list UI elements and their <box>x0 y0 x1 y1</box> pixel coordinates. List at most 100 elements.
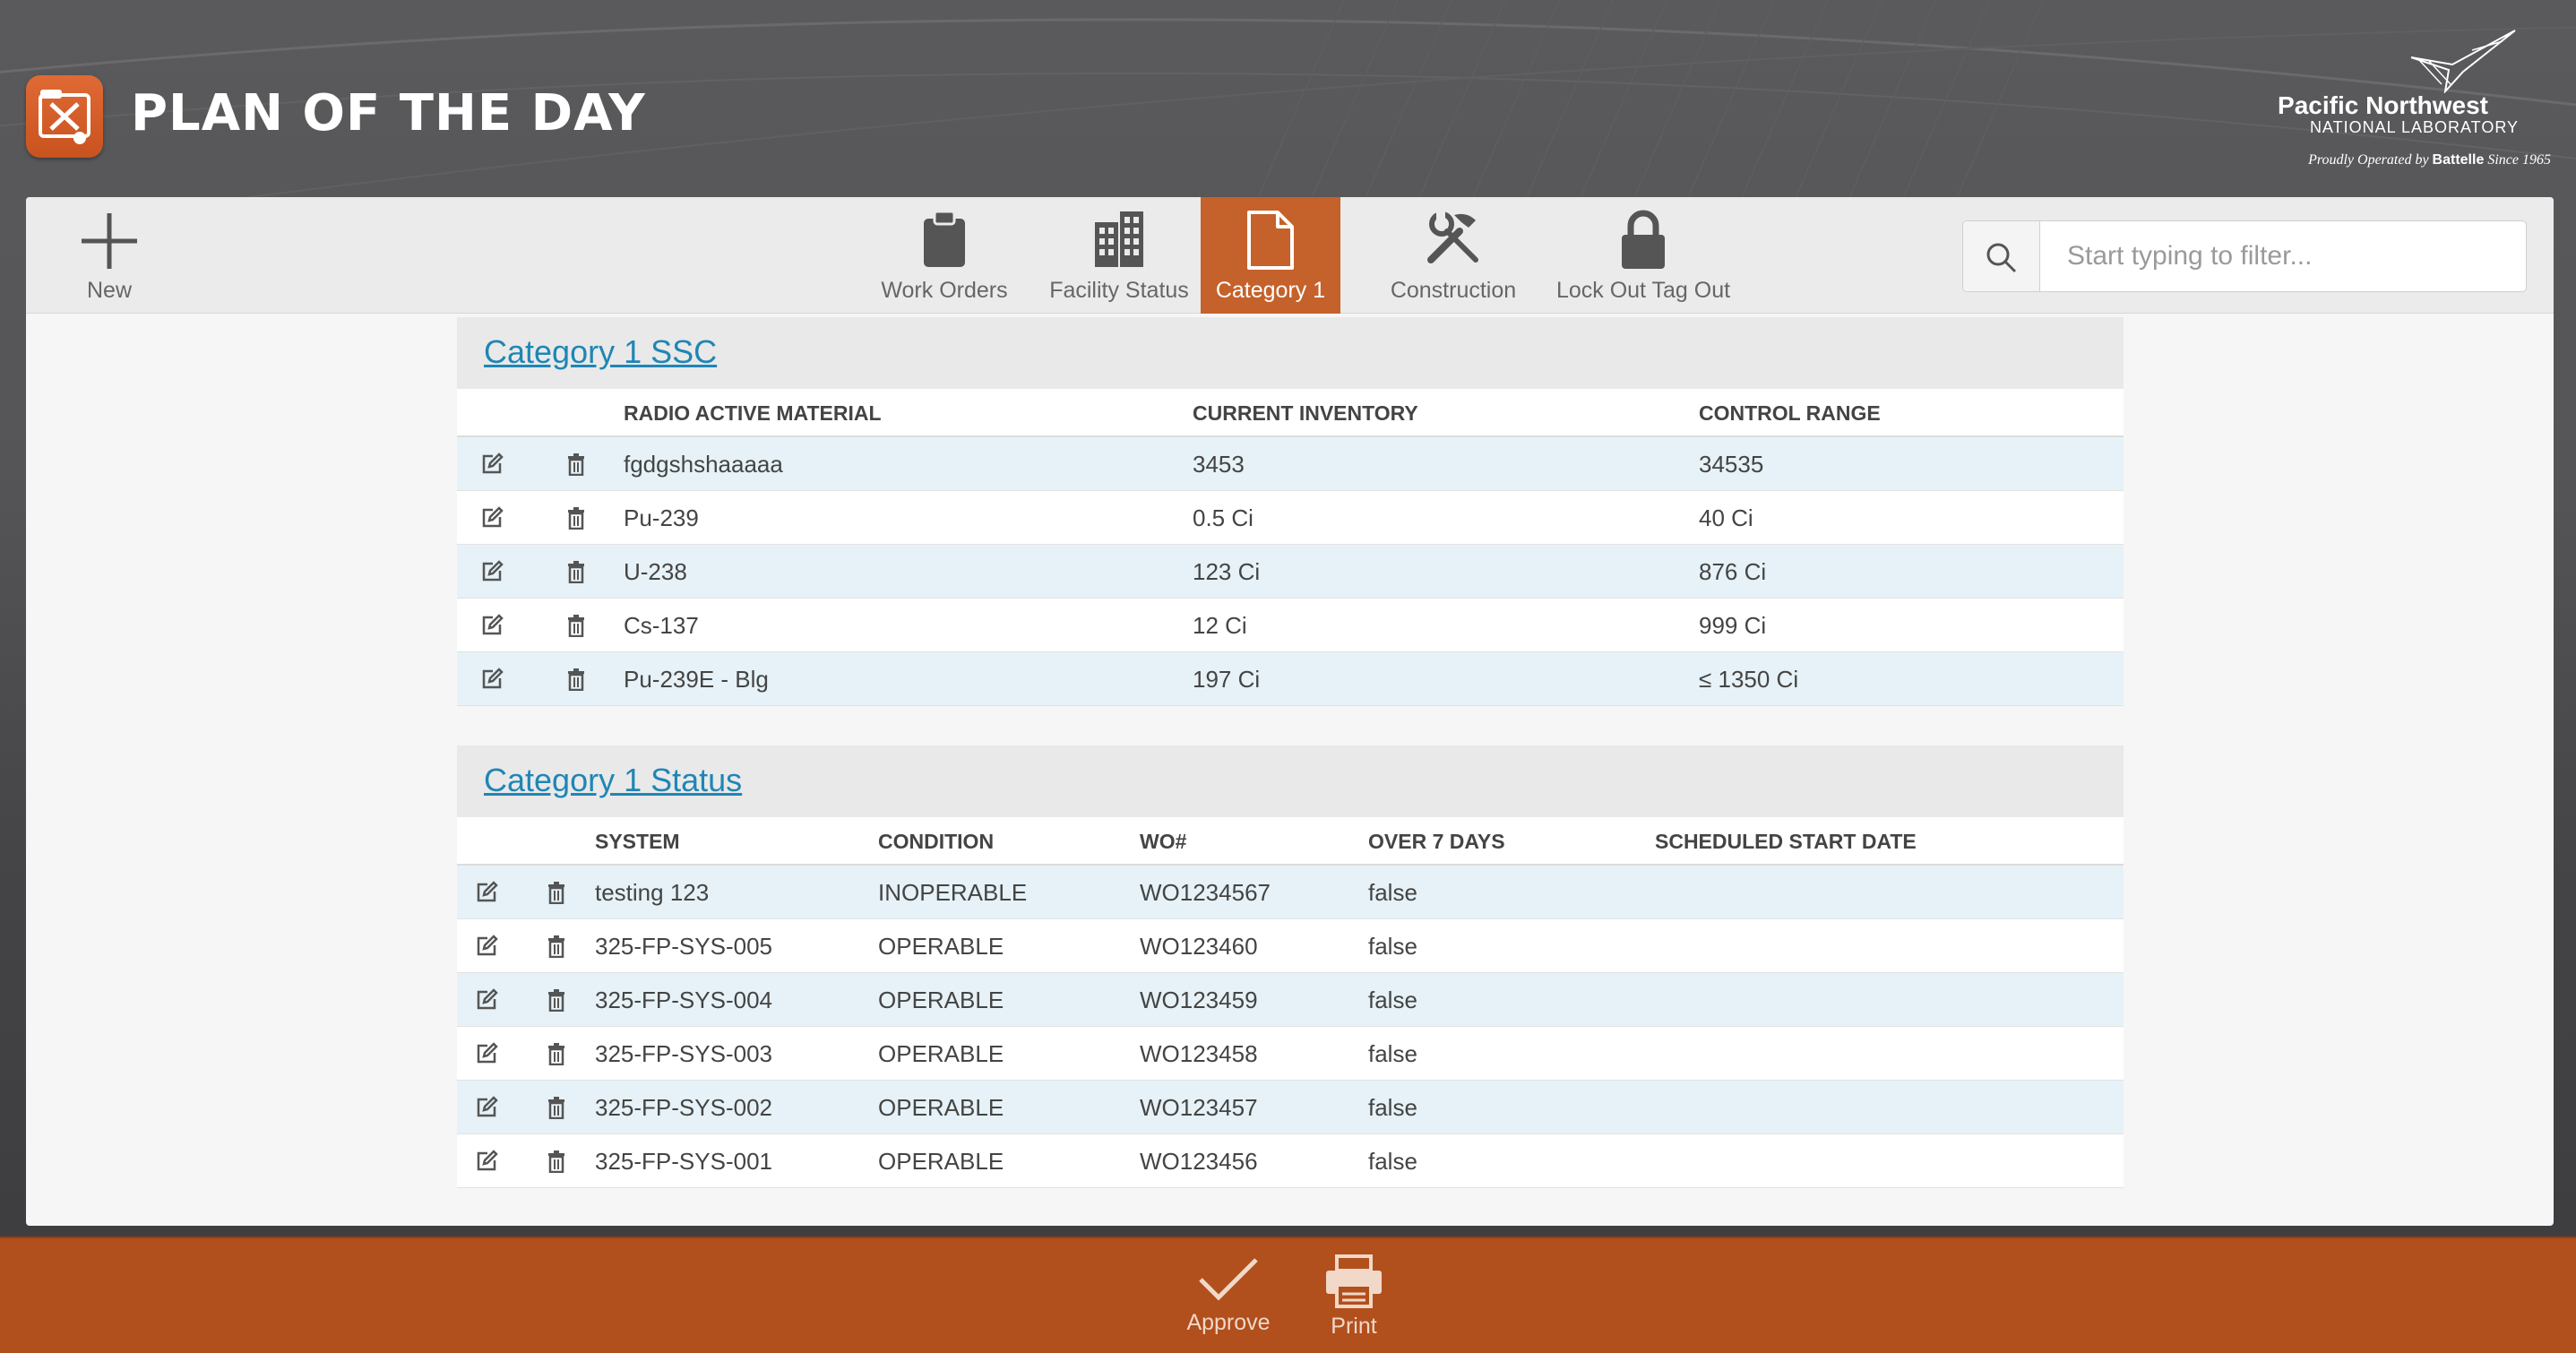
page-title: PLAN OF THE DAY <box>131 84 646 142</box>
org-name: Pacific Northwest <box>2278 91 2488 119</box>
table-cell: WO1234567 <box>1140 879 1271 906</box>
table-cell: 123 Ci <box>1193 558 1261 585</box>
table-cell: OPERABLE <box>878 1148 1004 1175</box>
trash-icon[interactable] <box>547 1042 566 1070</box>
org-tagline: Proudly Operated by Battelle Since 1965 <box>2308 152 2551 168</box>
table-cell: U-238 <box>624 558 687 585</box>
ssc-card: Category 1 SSC RADIO ACTIVE MATERIAL CUR… <box>457 317 2124 706</box>
edit-icon[interactable] <box>475 1042 498 1070</box>
approve-button[interactable]: Approve <box>1181 1254 1276 1336</box>
footer-bar: Approve Print <box>0 1237 2576 1353</box>
table-row: fgdgshshaaaaa 3453 34535 <box>457 437 2124 491</box>
column-header: CURRENT INVENTORY <box>1193 401 1418 425</box>
trash-icon[interactable] <box>547 1096 566 1124</box>
table-cell: 197 Ci <box>1193 666 1261 693</box>
edit-icon[interactable] <box>475 935 498 962</box>
tab-category-1[interactable]: Category 1 <box>1201 197 1340 314</box>
edit-icon[interactable] <box>475 1096 498 1124</box>
print-label: Print <box>1331 1314 1377 1339</box>
main-panel: New Work Orders Facility Status Category… <box>26 197 2554 1226</box>
column-header: CONDITION <box>878 830 995 853</box>
table-row: 325-FP-SYS-004 OPERABLE WO123459 false <box>457 973 2124 1027</box>
tools-icon <box>1427 211 1478 263</box>
table-cell: fgdgshshaaaaa <box>624 451 783 478</box>
app-logo <box>26 75 103 158</box>
table-cell: WO123457 <box>1140 1094 1258 1121</box>
table-cell: false <box>1368 1040 1417 1067</box>
toolbar: New Work Orders Facility Status Category… <box>26 197 2554 314</box>
column-header: SYSTEM <box>595 830 680 853</box>
edit-icon[interactable] <box>480 506 504 534</box>
column-header: SCHEDULED START DATE <box>1655 830 1917 853</box>
table-cell: false <box>1368 1148 1417 1175</box>
table-row: 325-FP-SYS-001 OPERABLE WO123456 false <box>457 1134 2124 1188</box>
tab-work-orders[interactable]: Work Orders <box>872 197 1017 314</box>
folder-tools-icon <box>39 90 90 144</box>
table-cell: OPERABLE <box>878 987 1004 1013</box>
table-cell: OPERABLE <box>878 1094 1004 1121</box>
edit-icon[interactable] <box>480 614 504 642</box>
status-title-link[interactable]: Category 1 Status <box>484 762 742 799</box>
filter-box <box>1962 220 2527 292</box>
ssc-table-header: RADIO ACTIVE MATERIAL CURRENT INVENTORY … <box>457 389 2124 437</box>
table-row: testing 123 INOPERABLE WO1234567 false <box>457 866 2124 919</box>
tab-construction[interactable]: Construction <box>1370 197 1537 314</box>
column-header: WO# <box>1140 830 1187 853</box>
filter-input[interactable] <box>2040 221 2526 291</box>
tab-label: Construction <box>1390 278 1517 303</box>
tab-lock-out-tag-out[interactable]: Lock Out Tag Out <box>1549 197 1737 314</box>
plus-icon <box>82 213 137 269</box>
lock-icon <box>1622 210 1665 269</box>
new-label: New <box>86 278 132 303</box>
ssc-card-header: Category 1 SSC <box>457 317 2124 389</box>
column-header: CONTROL RANGE <box>1699 401 1881 425</box>
trash-icon[interactable] <box>566 668 586 695</box>
trash-icon[interactable] <box>566 560 586 588</box>
column-header: OVER 7 DAYS <box>1368 830 1505 853</box>
table-cell: 34535 <box>1699 451 1764 478</box>
edit-icon[interactable] <box>475 988 498 1016</box>
table-cell: 40 Ci <box>1699 504 1753 531</box>
table-cell: WO123458 <box>1140 1040 1258 1067</box>
tab-label: Lock Out Tag Out <box>1555 278 1731 303</box>
table-cell: INOPERABLE <box>878 879 1028 906</box>
search-button[interactable] <box>1963 221 2040 291</box>
table-cell: 325-FP-SYS-002 <box>595 1094 772 1121</box>
document-icon <box>1247 211 1294 270</box>
edit-icon[interactable] <box>480 452 504 480</box>
ssc-title-link[interactable]: Category 1 SSC <box>484 333 717 371</box>
trash-icon[interactable] <box>566 614 586 642</box>
printer-icon <box>1326 1254 1382 1308</box>
pnnl-bird-icon <box>2410 30 2516 93</box>
status-table-header: SYSTEM CONDITION WO# OVER 7 DAYS SCHEDUL… <box>457 817 2124 866</box>
trash-icon[interactable] <box>547 988 566 1016</box>
trash-icon[interactable] <box>566 452 586 480</box>
tab-label: Category 1 <box>1215 278 1326 303</box>
table-row: Pu-239E - Blg 197 Ci ≤ 1350 Ci <box>457 652 2124 706</box>
trash-icon[interactable] <box>547 881 566 909</box>
trash-icon[interactable] <box>566 506 586 534</box>
table-cell: false <box>1368 879 1417 906</box>
pnnl-logo: Pacific Northwest NATIONAL LABORATORY Pr… <box>2255 25 2551 177</box>
print-button[interactable]: Print <box>1314 1254 1394 1340</box>
tab-label: Facility Status <box>1049 278 1189 303</box>
table-row: Cs-137 12 Ci 999 Ci <box>457 599 2124 652</box>
edit-icon[interactable] <box>480 560 504 588</box>
table-cell: OPERABLE <box>878 933 1004 960</box>
trash-icon[interactable] <box>547 1150 566 1177</box>
table-row: U-238 123 Ci 876 Ci <box>457 545 2124 599</box>
edit-icon[interactable] <box>475 1150 498 1177</box>
trash-icon[interactable] <box>547 935 566 962</box>
edit-icon[interactable] <box>475 881 498 909</box>
approve-label: Approve <box>1186 1310 1271 1335</box>
table-cell: 325-FP-SYS-005 <box>595 933 772 960</box>
edit-icon[interactable] <box>480 668 504 695</box>
table-cell: false <box>1368 933 1417 960</box>
search-icon <box>1986 243 2017 273</box>
table-cell: 0.5 Ci <box>1193 504 1254 531</box>
status-card: Category 1 Status SYSTEM CONDITION WO# O… <box>457 745 2124 1188</box>
table-cell: 325-FP-SYS-003 <box>595 1040 772 1067</box>
table-cell: 999 Ci <box>1699 612 1767 639</box>
tab-facility-status[interactable]: Facility Status <box>1038 197 1200 314</box>
new-button[interactable]: New <box>51 197 168 314</box>
